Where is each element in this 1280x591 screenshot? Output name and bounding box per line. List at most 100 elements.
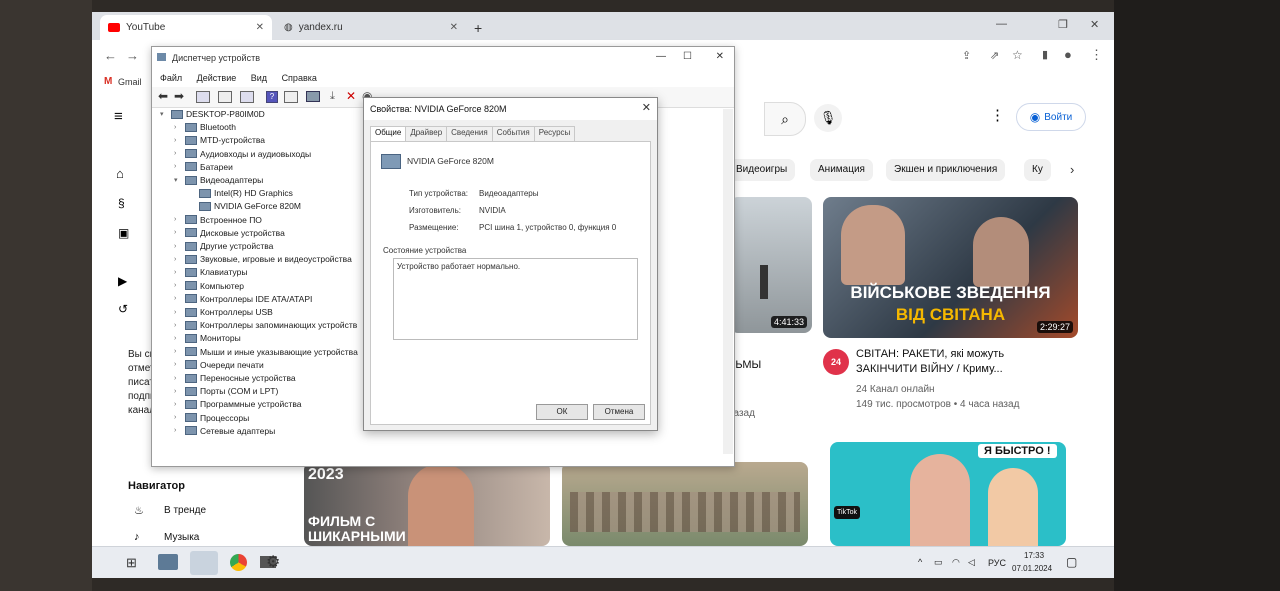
back-icon[interactable]: ⬅ [158,89,168,103]
tab-driver[interactable]: Драйвер [405,126,448,141]
tab-general[interactable]: Общие [370,126,407,141]
collapsed-arrow-icon[interactable]: › [174,124,182,131]
shorts-icon[interactable]: § [118,196,125,210]
signin-button[interactable]: ◉ Войти [1016,103,1086,131]
collapsed-arrow-icon[interactable]: › [174,137,182,144]
profile-icon[interactable]: ● [1064,47,1072,62]
volume-icon[interactable]: ◁ [968,557,975,568]
monitor-icon[interactable] [306,91,320,102]
close-tab-icon[interactable]: ✕ [450,22,458,33]
collapsed-arrow-icon[interactable]: › [174,229,182,236]
more-options-icon[interactable]: ⋮ [990,106,1005,124]
sidebar-item-music[interactable]: Музыка [164,532,199,543]
video-thumbnail[interactable]: 4:41:33 [730,197,812,333]
menu-view[interactable]: Вид [251,73,267,83]
list-icon[interactable] [218,91,232,103]
close-window-icon[interactable]: ✕ [1090,18,1099,31]
collapsed-arrow-icon[interactable]: › [174,243,182,250]
video-thumbnail[interactable] [562,462,808,546]
grid-icon[interactable] [284,91,298,103]
device-tree-item[interactable]: › Контроллеры запоминающих устройств [174,320,357,330]
minimize-icon[interactable]: — [996,18,1007,30]
device-tree-item[interactable]: › Мыши и иные указывающие устройства [174,347,358,357]
tab-resources[interactable]: Ресурсы [533,126,576,141]
chip-animation[interactable]: Анимация [810,159,873,181]
history-icon[interactable]: ↺ [118,302,128,316]
device-tree-item[interactable]: › Процессоры [174,413,249,423]
collapsed-arrow-icon[interactable]: › [174,427,182,434]
minimize-icon[interactable]: — [656,51,666,62]
menu-file[interactable]: Файл [160,73,182,83]
wifi-icon[interactable]: ◠ [952,557,960,568]
chip-videogames[interactable]: Видеоигры [728,159,796,181]
tab-events[interactable]: События [491,126,535,141]
device-tree-item[interactable]: ▾ Видеоадаптеры [174,175,263,185]
tray-chevron-icon[interactable]: ^ [918,557,922,567]
device-manager-taskbar-icon[interactable] [190,551,218,575]
device-tree-item[interactable]: › Компьютер [174,281,244,291]
chip-action[interactable]: Экшен и приключения [886,159,1006,181]
settings-gear-icon[interactable]: ⚙ [266,552,280,572]
channel-avatar[interactable]: 24 [823,349,849,375]
maximize-icon[interactable]: ☐ [683,51,692,62]
chrome-icon[interactable] [230,554,247,571]
collapsed-arrow-icon[interactable]: › [174,414,182,421]
device-status-box[interactable]: Устройство работает нормально. [393,258,638,340]
forward-icon[interactable]: ➡ [174,89,184,103]
video-thumbnail[interactable]: ВІЙСЬКОВЕ ЗВЕДЕННЯ ВІД СВІТАНА 2:29:27 [823,197,1078,338]
collapsed-arrow-icon[interactable]: › [174,282,182,289]
device-tree-item[interactable]: › Сетевые адаптеры [174,426,275,436]
collapsed-arrow-icon[interactable]: › [174,335,182,342]
collapsed-arrow-icon[interactable]: › [174,309,182,316]
device-tree-item[interactable]: › Встроенное ПО [174,215,262,225]
share-icon[interactable]: ⇗ [990,49,999,62]
device-tree-item[interactable]: › Клавиатуры [174,267,247,277]
expanded-arrow-icon[interactable]: ▾ [174,176,182,184]
forward-icon[interactable]: → [126,48,139,63]
device-tree-item[interactable]: › Другие устройства [174,241,273,251]
close-tab-icon[interactable]: ✕ [256,22,264,33]
subscriptions-icon[interactable]: ▣ [118,226,129,240]
device-tree-item[interactable]: › Батареи [174,162,233,172]
hamburger-menu-icon[interactable]: ≡ [114,108,123,125]
uninstall-icon[interactable]: ✕ [346,89,356,103]
device-tree-item[interactable]: › Дисковые устройства [174,228,285,238]
device-tree-item[interactable]: › Звуковые, игровые и видеоустройства [174,254,352,264]
device-tree-item[interactable]: NVIDIA GeForce 820M [188,201,301,211]
device-tree-item[interactable]: › Переносные устройства [174,373,296,383]
collapsed-arrow-icon[interactable]: › [174,256,182,263]
voice-search-button[interactable]: 🎙 [814,104,842,132]
tab-yandex[interactable]: ◍ yandex.ru ✕ [276,15,466,40]
device-tree-item[interactable]: › MTD-устройства [174,135,265,145]
collapsed-arrow-icon[interactable]: › [174,150,182,157]
collapsed-arrow-icon[interactable]: › [174,348,182,355]
ok-button[interactable]: ОК [536,404,588,420]
library-icon[interactable]: ▶ [118,274,127,288]
close-icon[interactable]: ✕ [716,51,724,62]
device-tree-item[interactable]: › Контроллеры USB [174,307,273,317]
device-tree-item[interactable]: › Мониторы [174,333,241,343]
collapsed-arrow-icon[interactable]: › [174,388,182,395]
menu-help[interactable]: Справка [282,73,317,83]
bookmark-star-icon[interactable]: ☆ [1012,48,1023,62]
battery-icon[interactable]: ▭ [934,557,943,568]
device-tree-item[interactable]: › Очереди печати [174,360,264,370]
collapsed-arrow-icon[interactable]: › [174,361,182,368]
cancel-button[interactable]: Отмена [593,404,645,420]
clock-time[interactable]: 17:33 [1024,551,1044,560]
tab-youtube[interactable]: YouTube ✕ [100,15,272,40]
device-tree-item[interactable]: › Bluetooth [174,122,236,132]
search-button[interactable]: ⌕ [764,102,806,136]
expanded-arrow-icon[interactable]: ▾ [160,110,168,118]
restore-icon[interactable]: ❐ [1058,18,1068,31]
device-tree-item[interactable]: › Аудиовходы и аудиовыходы [174,149,311,159]
device-tree-item[interactable]: › Порты (COM и LPT) [174,386,278,396]
menu-dots-icon[interactable]: ⋮ [1090,47,1103,63]
clock-date[interactable]: 07.01.2024 [1012,564,1052,573]
chevron-right-icon[interactable]: › [1070,162,1074,177]
collapsed-arrow-icon[interactable]: › [174,295,182,302]
device-tree-item[interactable]: › Контроллеры IDE ATA/ATAPI [174,294,312,304]
collapsed-arrow-icon[interactable]: › [174,163,182,170]
video-thumbnail[interactable]: 2023 ФИЛЬМ С ШИКАРНЫМИ [304,462,550,546]
close-icon[interactable]: ✕ [642,101,651,114]
